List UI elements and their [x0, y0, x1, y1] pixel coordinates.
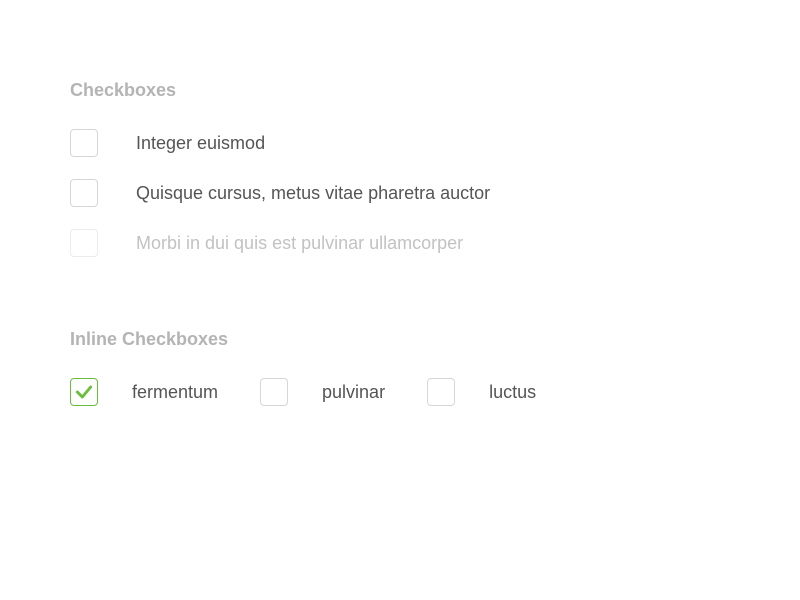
checkbox-row: Morbi in dui quis est pulvinar ullamcorp…: [70, 229, 730, 257]
checkbox-row: Quisque cursus, metus vitae pharetra auc…: [70, 179, 730, 207]
checkbox-luctus[interactable]: [427, 378, 455, 406]
checkbox-row: fermentum: [70, 378, 218, 406]
checkbox-fermentum[interactable]: [70, 378, 98, 406]
checkbox-row: luctus: [427, 378, 536, 406]
check-icon: [74, 382, 94, 402]
section-title-inline-checkboxes: Inline Checkboxes: [70, 329, 730, 350]
checkbox-label-disabled: Morbi in dui quis est pulvinar ullamcorp…: [136, 233, 463, 254]
checkbox-integer-euismod[interactable]: [70, 129, 98, 157]
inline-checkbox-group: fermentum pulvinar luctus: [70, 378, 730, 406]
section-title-checkboxes: Checkboxes: [70, 80, 730, 101]
checkbox-label: Quisque cursus, metus vitae pharetra auc…: [136, 183, 490, 204]
checkbox-label: Integer euismod: [136, 133, 265, 154]
checkbox-row: pulvinar: [260, 378, 385, 406]
checkbox-morbi-disabled: [70, 229, 98, 257]
checkbox-label: luctus: [489, 382, 536, 403]
checkbox-label: pulvinar: [322, 382, 385, 403]
checkbox-quisque-cursus[interactable]: [70, 179, 98, 207]
checkbox-pulvinar[interactable]: [260, 378, 288, 406]
checkboxes-section: Checkboxes Integer euismod Quisque cursu…: [70, 80, 730, 257]
checkbox-row: Integer euismod: [70, 129, 730, 157]
checkbox-label: fermentum: [132, 382, 218, 403]
inline-checkboxes-section: Inline Checkboxes fermentum pulvinar: [70, 329, 730, 406]
